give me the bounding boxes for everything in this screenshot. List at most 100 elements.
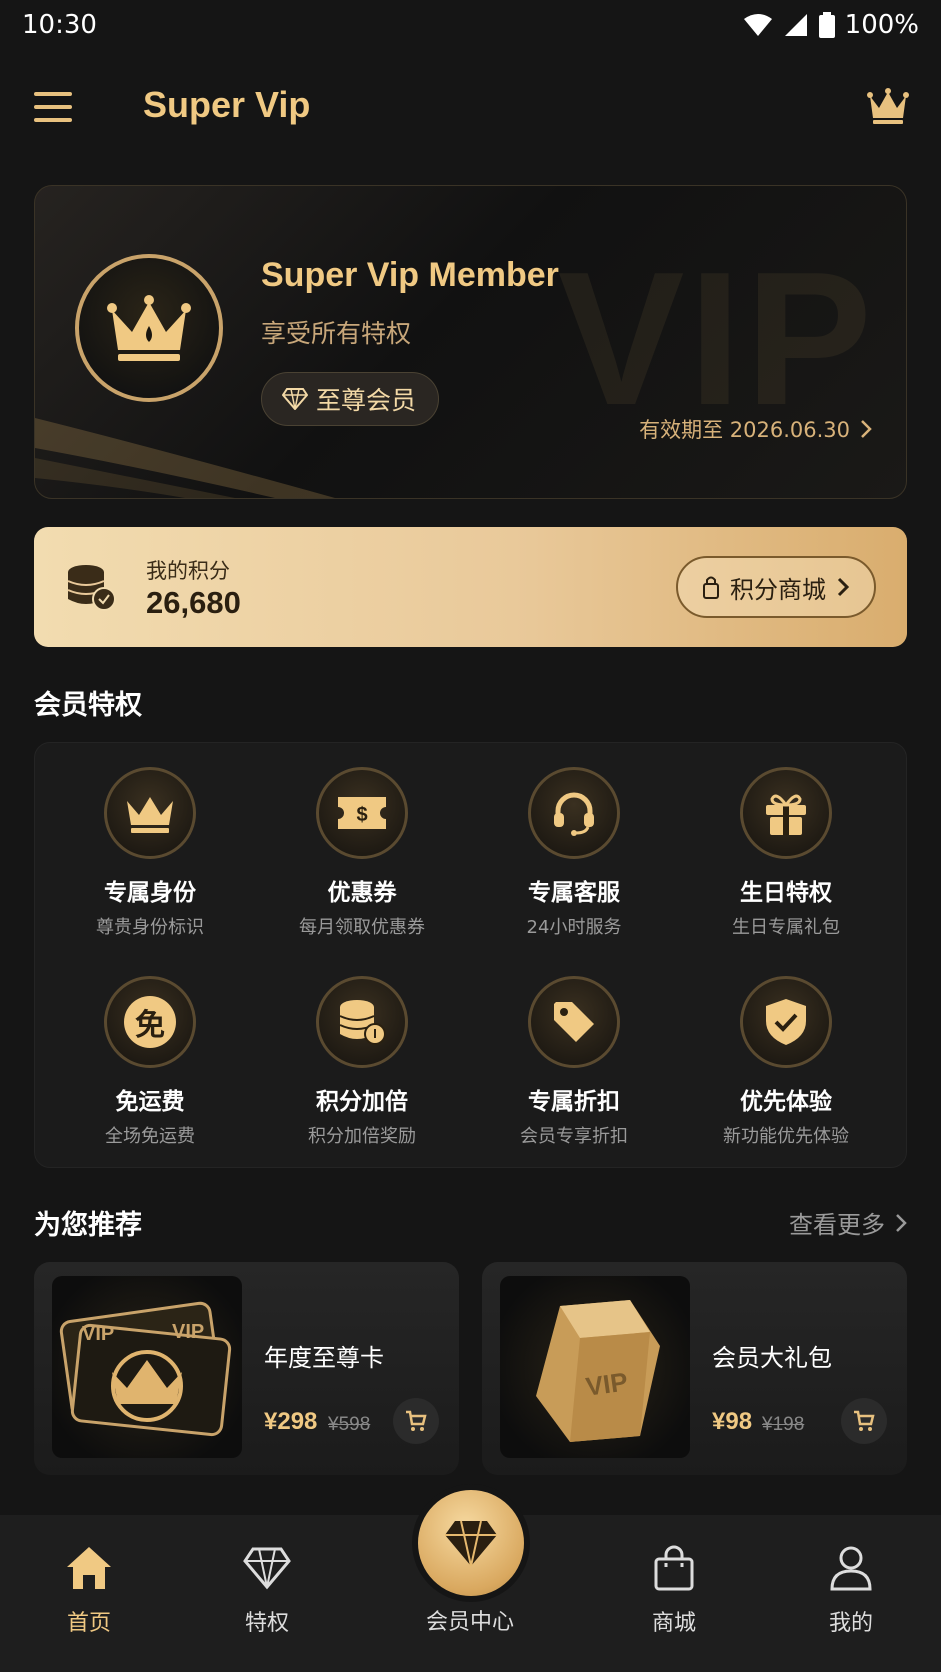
nav-item-privileges[interactable]: 特权: [207, 1545, 327, 1637]
privilege-desc: 24小时服务: [526, 917, 622, 938]
privilege-item-coupon[interactable]: $ 优惠券 每月领取优惠券: [257, 767, 467, 939]
chevron-right-icon: [896, 1213, 907, 1232]
tag-icon: [554, 1002, 594, 1042]
privilege-name: 专属身份: [104, 880, 196, 906]
crown-icon: [107, 295, 191, 361]
privilege-icon-circle: $: [316, 767, 408, 859]
member-subtitle: 享受所有特权: [261, 319, 412, 348]
member-card[interactable]: VIP Super Vip Member 享受所有特权 至尊会员 有效期至 20…: [34, 185, 907, 499]
gift-icon: [766, 794, 806, 835]
battery-percent: 100%: [844, 10, 919, 40]
product-image-gift-box: VIP: [500, 1276, 690, 1458]
privilege-icon-circle: [740, 767, 832, 859]
points-value: 26,680: [146, 585, 241, 620]
coins-icon: [67, 565, 116, 611]
product-image-vip-card: VIP VIP: [52, 1276, 242, 1458]
nav-item-home[interactable]: 首页: [29, 1545, 149, 1637]
points-mall-button[interactable]: 积分商城: [676, 556, 876, 618]
privilege-desc: 全场免运费: [105, 1126, 195, 1147]
privilege-name: 生日特权: [740, 880, 832, 906]
add-to-cart-button[interactable]: [841, 1398, 887, 1444]
status-icons: 100%: [743, 10, 919, 40]
privilege-desc: 尊贵身份标识: [96, 917, 204, 938]
privilege-item-service[interactable]: 专属客服 24小时服务: [469, 767, 679, 939]
product-card-annual[interactable]: VIP VIP 年度至尊卡 ¥298 ¥598: [34, 1262, 459, 1475]
supreme-member-badge[interactable]: 至尊会员: [261, 372, 440, 426]
privilege-name: 免运费: [115, 1089, 185, 1115]
cart-icon: [406, 1410, 427, 1431]
crown-icon: [127, 797, 173, 833]
points-card: 我的积分 26,680 积分商城: [34, 527, 907, 647]
privilege-item-double-points[interactable]: 积分加倍 积分加倍奖励: [257, 976, 467, 1148]
svg-text:VIP: VIP: [172, 1321, 204, 1343]
menu-icon[interactable]: [34, 92, 72, 122]
privilege-icon-circle: [316, 976, 408, 1068]
free-shipping-icon: 免: [124, 996, 176, 1048]
privilege-name: 优先体验: [740, 1089, 832, 1115]
privilege-desc: 新功能优先体验: [723, 1126, 849, 1147]
headset-icon: [554, 792, 594, 836]
wifi-icon: [743, 14, 772, 36]
nav-label: 我的: [828, 1611, 873, 1636]
privilege-name: 优惠券: [327, 880, 397, 906]
see-more-link[interactable]: 查看更多: [789, 1205, 907, 1240]
svg-text:$: $: [356, 804, 367, 826]
shopping-bag-icon: [654, 1545, 694, 1591]
privilege-item-free-shipping[interactable]: 免 免运费 全场免运费: [45, 976, 255, 1148]
privilege-item-discount[interactable]: 专属折扣 会员专享折扣: [469, 976, 679, 1148]
add-to-cart-button[interactable]: [393, 1398, 439, 1444]
nav-item-profile[interactable]: 我的: [791, 1545, 911, 1637]
battery-icon: [818, 12, 835, 38]
product-name: 年度至尊卡: [264, 1344, 384, 1372]
recommend-title: 为您推荐: [34, 1210, 142, 1241]
product-price: ¥98: [712, 1408, 753, 1435]
privilege-icon-circle: [740, 976, 832, 1068]
privilege-item-birthday[interactable]: 生日特权 生日专属礼包: [681, 767, 891, 939]
expiry-link[interactable]: 有效期至 2026.06.30: [639, 414, 872, 444]
vip-card-image: VIP VIP: [59, 1301, 232, 1437]
product-card-gift[interactable]: VIP 会员大礼包 ¥98 ¥198: [482, 1262, 907, 1475]
privilege-name: 专属折扣: [528, 1089, 620, 1115]
status-bar: 10:30 100%: [0, 0, 941, 52]
shield-check-icon: [766, 999, 806, 1045]
privilege-desc: 每月领取优惠券: [299, 917, 425, 938]
product-original-price: ¥198: [762, 1414, 805, 1435]
expiry-text: 有效期至 2026.06.30: [639, 418, 850, 442]
privilege-icon-circle: [528, 976, 620, 1068]
bag-icon: [703, 576, 719, 599]
nav-label: 特权: [244, 1611, 289, 1636]
privilege-name: 积分加倍: [316, 1089, 408, 1115]
svg-text:VIP: VIP: [82, 1323, 114, 1345]
member-name: Super Vip Member: [261, 256, 559, 294]
privilege-desc: 生日专属礼包: [732, 917, 840, 938]
cart-icon: [854, 1410, 875, 1431]
privilege-icon-circle: 免: [104, 976, 196, 1068]
privilege-desc: 会员专享折扣: [520, 1126, 628, 1147]
product-price: ¥298: [264, 1408, 318, 1435]
nav-label: 商城: [651, 1611, 696, 1636]
nav-label: 首页: [66, 1611, 111, 1636]
status-time: 10:30: [22, 10, 97, 40]
member-center-button[interactable]: [418, 1490, 524, 1596]
privilege-icon-circle: [528, 767, 620, 859]
chevron-right-icon: [837, 577, 850, 597]
app-title: Super Vip: [143, 84, 311, 125]
nav-item-member-center[interactable]: 会员中心: [410, 1604, 530, 1636]
supreme-badge-label: 至尊会员: [316, 386, 417, 415]
product-original-price: ¥598: [328, 1414, 371, 1435]
points-label: 我的积分: [146, 559, 230, 583]
coins-icon: [339, 1000, 386, 1045]
privileges-title: 会员特权: [34, 690, 142, 721]
see-more-label: 查看更多: [789, 1211, 885, 1239]
signal-icon: [784, 14, 807, 36]
privilege-item-priority[interactable]: 优先体验 新功能优先体验: [681, 976, 891, 1148]
diamond-icon: [243, 1547, 291, 1590]
home-icon: [67, 1547, 111, 1589]
crown-icon[interactable]: [866, 86, 910, 126]
nav-label: 会员中心: [425, 1610, 514, 1635]
nav-item-mall[interactable]: 商城: [614, 1545, 734, 1637]
coupon-icon: $: [338, 797, 386, 829]
diamond-icon: [445, 1520, 497, 1567]
privilege-icon-circle: [104, 767, 196, 859]
privilege-item-identity[interactable]: 专属身份 尊贵身份标识: [45, 767, 255, 939]
